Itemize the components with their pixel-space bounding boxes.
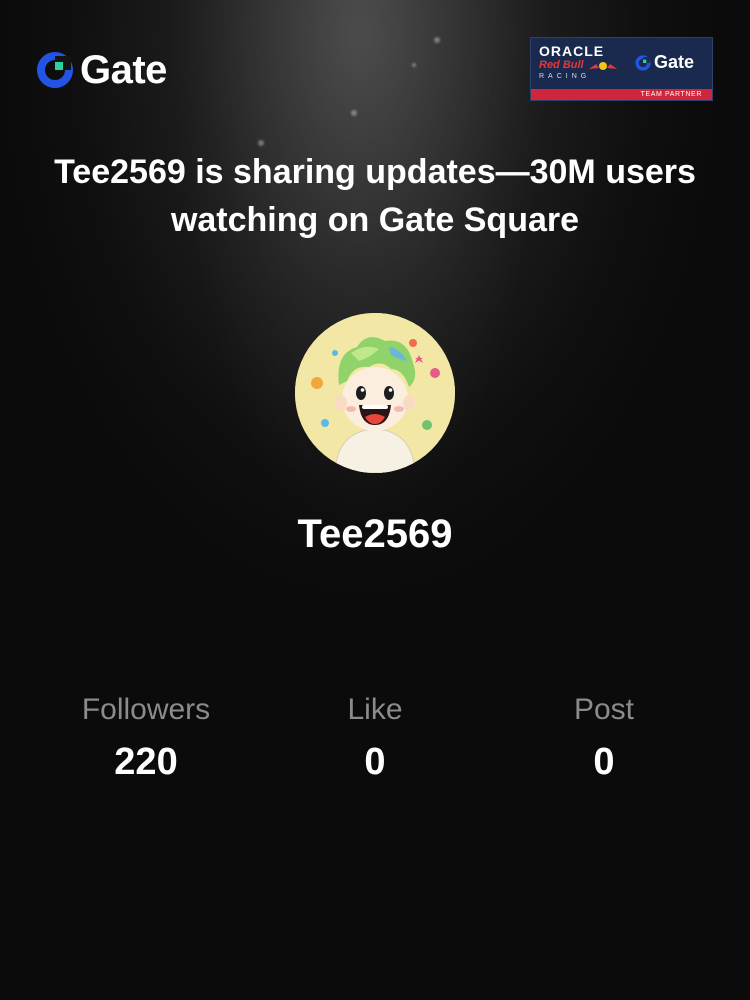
oracle-logo-text: ORACLE [539,43,605,59]
stat-posts[interactable]: Post 0 [484,690,724,786]
racing-text: RACING [539,73,591,80]
stat-value: 220 [114,741,178,783]
stat-followers[interactable]: Followers 220 [26,690,266,786]
share-headline: Tee2569 is sharing updates—30M users wat… [54,153,696,239]
brand-name: Gate [80,48,167,92]
team-partner-strip: TEAM PARTNER [531,89,712,100]
light-particle [351,110,357,116]
light-particle [412,63,416,67]
redbull-logo-text: Red Bull [539,59,584,71]
stat-value: 0 [593,741,615,783]
stat-value: 0 [364,741,386,783]
gate-small-logo-icon [635,54,651,71]
redbull-bulls-icon [588,61,617,70]
team-partner-badge: ORACLE Red Bull RACING Gate TEAM PARTNER [530,37,713,101]
partner-gate-text: Gate [654,52,695,72]
light-particle [258,140,264,146]
spotlight-beam [150,0,570,600]
stat-likes[interactable]: Like 0 [255,690,495,786]
gate-logo[interactable]: Gate [36,50,167,90]
light-particle [434,37,440,43]
gate-logo-icon [37,52,73,88]
stat-label: Post [573,693,635,726]
stat-label: Followers [81,693,211,726]
team-partner-label: TEAM PARTNER [640,91,702,98]
profile-username[interactable]: Tee2569 [0,512,750,557]
cartoon-boy-avatar-icon[interactable] [295,313,455,473]
stat-label: Like [347,693,403,726]
